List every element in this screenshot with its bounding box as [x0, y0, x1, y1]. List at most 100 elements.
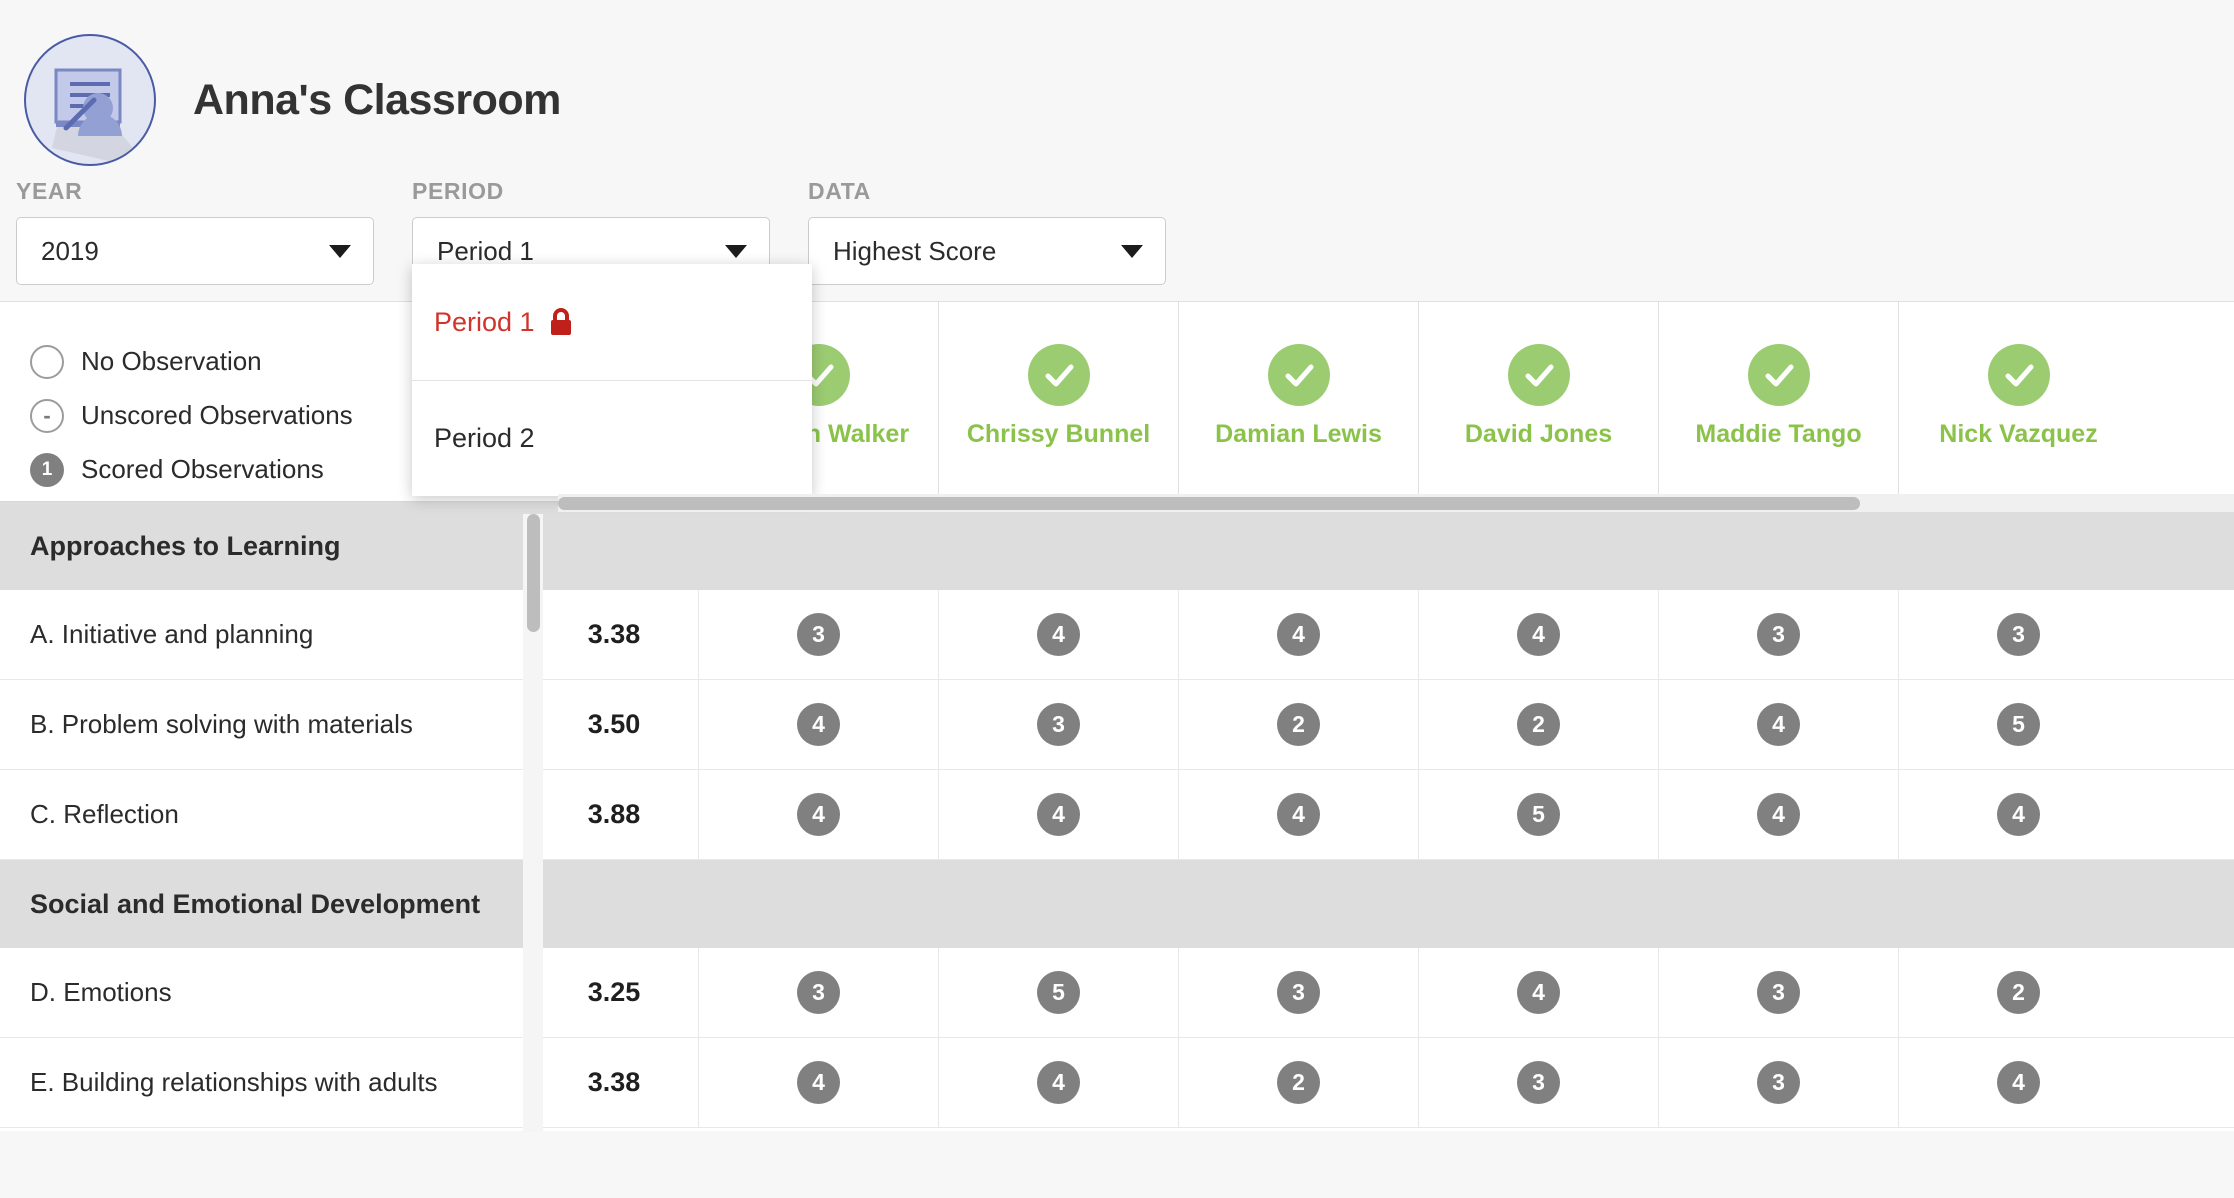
score-cell[interactable]: 4: [938, 770, 1178, 859]
table-row[interactable]: D. Emotions 3.25 3 5 3 4 3 2: [0, 948, 2234, 1038]
score-badge: 3: [1517, 1061, 1560, 1104]
score-cell[interactable]: 2: [1178, 1038, 1418, 1127]
score-cell[interactable]: 3: [938, 680, 1178, 769]
score-cell[interactable]: 5: [938, 948, 1178, 1037]
vertical-scrollbar[interactable]: [523, 514, 543, 1132]
vertical-scrollbar-thumb[interactable]: [527, 514, 540, 632]
average-score: 3.38: [587, 1067, 641, 1097]
student-name: Damian Lewis: [1215, 420, 1382, 448]
legend-label: Scored Observations: [81, 454, 324, 484]
scores-table: No Observation - Unscored Observations 1…: [0, 301, 2234, 1132]
score-cell[interactable]: 3: [1658, 590, 1898, 679]
score-cell[interactable]: 4: [938, 590, 1178, 679]
score-badge: 4: [1277, 793, 1320, 836]
score-badge: 3: [797, 971, 840, 1014]
average-score: 3.38: [587, 619, 641, 649]
table-row[interactable]: A. Initiative and planning 3.38 3 4 4 4 3 3: [0, 590, 2234, 680]
filter-year: YEAR 2019: [16, 178, 374, 285]
chevron-down-icon: [1121, 244, 1143, 258]
score-cell[interactable]: 3: [698, 590, 938, 679]
score-cell[interactable]: 3: [698, 948, 938, 1037]
check-circle-icon: [1507, 344, 1570, 406]
score-badge: 3: [1757, 613, 1800, 656]
score-badge: 4: [1997, 793, 2040, 836]
dropdown-item-label: Period 2: [434, 423, 535, 453]
legend-label: Unscored Observations: [81, 400, 353, 430]
measure-label: D. Emotions: [0, 948, 530, 1037]
student-column-header[interactable]: Nick Vazquez: [1898, 302, 2138, 501]
student-column-header[interactable]: Maddie Tango: [1658, 302, 1898, 501]
score-cell[interactable]: 3: [1418, 1038, 1658, 1127]
score-badge: 4: [1037, 613, 1080, 656]
score-badge: 4: [1517, 971, 1560, 1014]
score-badge: 4: [1037, 793, 1080, 836]
check-circle-icon: [1027, 344, 1090, 406]
dropdown-item-period-1[interactable]: Period 1: [412, 264, 812, 380]
score-badge: 5: [1997, 703, 2040, 746]
score-badge: 2: [1277, 703, 1320, 746]
data-select[interactable]: Highest Score: [808, 217, 1166, 285]
score-badge: 5: [1037, 971, 1080, 1014]
student-name: Chrissy Bunnel: [966, 420, 1151, 448]
score-cell[interactable]: 3: [1178, 948, 1418, 1037]
empty-circle-icon: [30, 344, 64, 379]
table-header-row: No Observation - Unscored Observations 1…: [0, 302, 2234, 502]
chevron-down-icon: [725, 244, 747, 258]
score-cell[interactable]: 4: [698, 770, 938, 859]
score-badge: 2: [1517, 703, 1560, 746]
page-title: Anna's Classroom: [193, 75, 561, 124]
check-circle-icon: [1987, 344, 2050, 406]
table-row[interactable]: B. Problem solving with materials 3.50 4 3 2…: [0, 680, 2234, 770]
section-title: Approaches to Learning: [30, 530, 341, 561]
table-row[interactable]: C. Reflection 3.88 4 4 4 5 4 4: [0, 770, 2234, 860]
legend-label: No Observation: [81, 346, 262, 376]
year-value: 2019: [41, 235, 99, 266]
score-cell[interactable]: 4: [1898, 1038, 2138, 1127]
score-cell[interactable]: 4: [1178, 770, 1418, 859]
period-label: PERIOD: [412, 178, 504, 204]
measure-label: B. Problem solving with materials: [0, 680, 530, 769]
score-badge: 5: [1517, 793, 1560, 836]
score-badge: 4: [1757, 793, 1800, 836]
score-cell[interactable]: 2: [1898, 948, 2138, 1037]
score-cell[interactable]: 4: [1658, 770, 1898, 859]
score-cell[interactable]: 4: [1418, 948, 1658, 1037]
score-cell[interactable]: 4: [1418, 590, 1658, 679]
filter-bar: YEAR 2019 PERIOD Period 1 Period 1 Perio…: [0, 178, 2234, 496]
measure-label: E. Building relationships with adults: [0, 1038, 530, 1127]
horizontal-scrollbar-thumb[interactable]: [558, 497, 1860, 510]
score-cell[interactable]: 4: [1178, 590, 1418, 679]
score-badge: 2: [1277, 1061, 1320, 1104]
table-row[interactable]: E. Building relationships with adults 3.3…: [0, 1038, 2234, 1128]
score-badge: 4: [797, 793, 840, 836]
score-cell[interactable]: 3: [1658, 948, 1898, 1037]
score-cell[interactable]: 3: [1898, 590, 2138, 679]
score-badge: 3: [1277, 971, 1320, 1014]
score-cell[interactable]: 4: [698, 680, 938, 769]
lock-icon: [548, 307, 574, 337]
score-cell[interactable]: 4: [1898, 770, 2138, 859]
score-cell[interactable]: 4: [1658, 680, 1898, 769]
score-cell[interactable]: 3: [1658, 1038, 1898, 1127]
score-cell[interactable]: 5: [1418, 770, 1658, 859]
score-badge: 3: [1757, 971, 1800, 1014]
score-badge: 2: [1997, 971, 2040, 1014]
score-cell[interactable]: 2: [1178, 680, 1418, 769]
student-column-header[interactable]: David Jones: [1418, 302, 1658, 501]
filled-circle-icon: 1: [30, 452, 64, 487]
horizontal-scrollbar[interactable]: [558, 494, 2234, 512]
score-badge: 4: [1517, 613, 1560, 656]
score-cell[interactable]: 4: [938, 1038, 1178, 1127]
dropdown-item-period-2[interactable]: Period 2: [412, 380, 812, 496]
year-select[interactable]: 2019: [16, 217, 374, 285]
score-cell[interactable]: 5: [1898, 680, 2138, 769]
score-cell[interactable]: 2: [1418, 680, 1658, 769]
student-column-header[interactable]: Damian Lewis: [1178, 302, 1418, 501]
student-column-header[interactable]: Chrissy Bunnel: [938, 302, 1178, 501]
score-badge: 3: [1037, 703, 1080, 746]
check-circle-icon: [1747, 344, 1810, 406]
score-cell[interactable]: 4: [698, 1038, 938, 1127]
period-dropdown-menu: Period 1 Period 2: [412, 264, 812, 496]
data-label: DATA: [808, 178, 871, 204]
student-name: Maddie Tango: [1695, 420, 1862, 448]
